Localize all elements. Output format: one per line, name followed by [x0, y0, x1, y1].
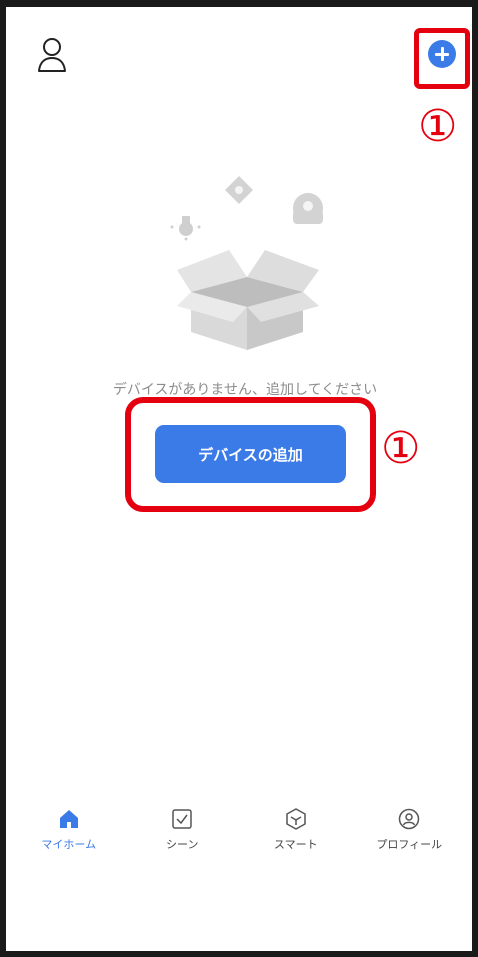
cube-icon	[286, 808, 306, 830]
camera-icon	[293, 193, 323, 224]
home-screen: ① デバイスがありません、追加してください デバイスの追加 ① マイホーム シー…	[6, 7, 472, 951]
bulb-icon	[170, 216, 201, 241]
box-icon	[177, 250, 319, 350]
bottom-navigation: マイホーム シーン スマート プロフィール	[12, 796, 466, 956]
add-device-button[interactable]: デバイスの追加	[155, 425, 346, 483]
tab-my-home[interactable]: マイホーム	[12, 796, 126, 956]
home-icon	[59, 810, 78, 828]
phone-frame: ① デバイスがありません、追加してください デバイスの追加 ① マイホーム シー…	[0, 0, 478, 957]
tab-profile[interactable]: プロフィール	[353, 796, 467, 956]
step-marker-top: ①	[418, 101, 458, 152]
step-marker-mid: ①	[381, 423, 421, 474]
tab-label-my-home: マイホーム	[41, 838, 97, 851]
highlight-box-add-button	[414, 28, 470, 89]
empty-box-illustration	[161, 172, 336, 352]
tab-smart[interactable]: スマート	[239, 796, 353, 956]
tab-label-profile: プロフィール	[376, 838, 443, 851]
tab-label-scene: シーン	[166, 838, 199, 851]
tab-label-smart: スマート	[273, 838, 318, 851]
checkbox-icon	[172, 809, 192, 829]
sensor-icon	[225, 176, 253, 204]
profile-circle-icon	[399, 808, 420, 830]
empty-state-message: デバイスがありません、追加してください	[112, 382, 378, 398]
user-icon	[38, 38, 66, 72]
tab-scene[interactable]: シーン	[126, 796, 240, 956]
user-profile-button[interactable]	[36, 37, 68, 73]
